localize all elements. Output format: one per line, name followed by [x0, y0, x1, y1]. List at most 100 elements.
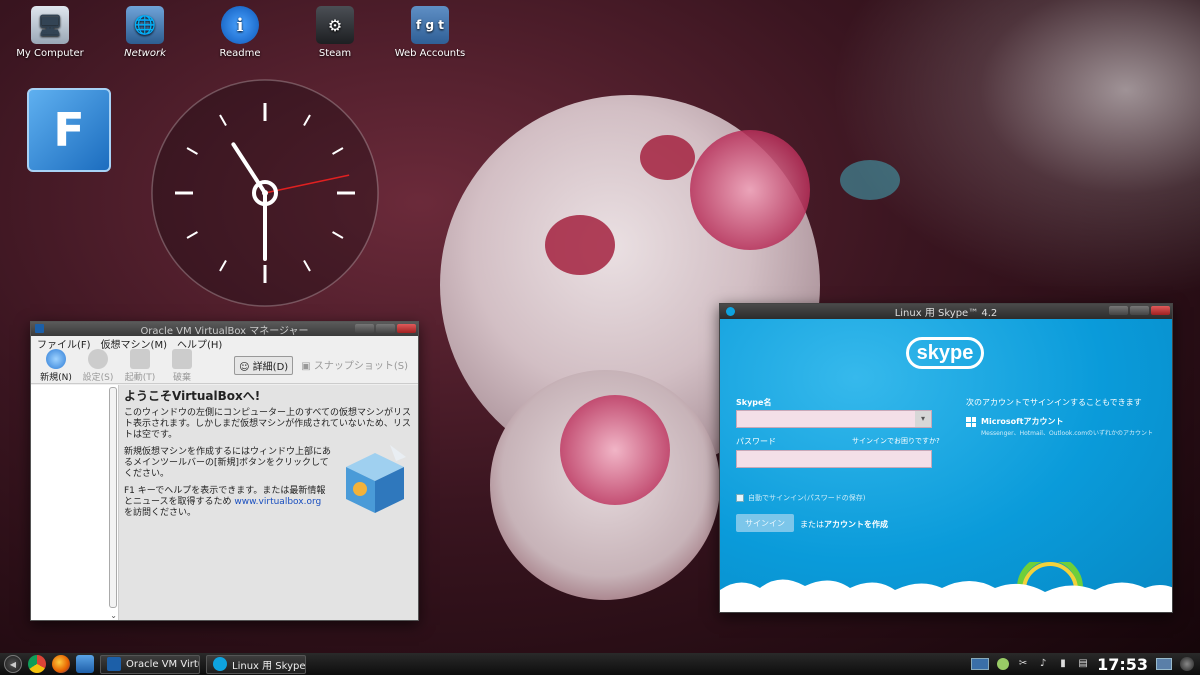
wallpaper-flower	[690, 130, 810, 250]
task-label: Linux 用 Skype™ 4.2	[232, 660, 306, 672]
clipboard-icon[interactable]: ✂	[1017, 658, 1029, 670]
desktop-icon-label: Steam	[318, 48, 352, 59]
web-accounts-icon: f g t	[411, 6, 449, 44]
signin-button[interactable]: サインイン	[736, 514, 794, 532]
virtualbox-cube-icon	[346, 445, 406, 513]
welcome-text: F1 キーでヘルプを表示できます。または最新情報とニュースを取得するため www…	[124, 486, 333, 519]
desktop-icon-my-computer[interactable]: 🖥 My Computer	[5, 6, 95, 59]
desktop-icon-web-accounts[interactable]: f g t Web Accounts	[385, 6, 475, 59]
microsoft-icon	[966, 417, 976, 427]
analog-clock-widget	[151, 79, 379, 307]
window-titlebar[interactable]: Linux 用 Skype™ 4.2	[720, 304, 1172, 319]
password-input[interactable]	[736, 450, 932, 468]
create-account-link[interactable]: アカウントを作成	[824, 519, 888, 530]
steam-icon: ⚙	[316, 6, 354, 44]
welcome-text: このウィンドウの左側にコンピューター上のすべての仮想マシンがリスト表示されます。…	[124, 408, 412, 440]
desktop-icon-label: Network	[124, 48, 166, 59]
skype-name-input[interactable]: ▾	[736, 410, 932, 428]
file-manager-icon[interactable]	[76, 655, 94, 673]
microsoft-account-link[interactable]: Microsoftアカウント	[981, 416, 1063, 427]
welcome-title: ようこそVirtualBoxへ!	[124, 389, 261, 403]
computer-icon: 🖥	[31, 6, 69, 44]
settings-button[interactable]: 設定(S)	[77, 349, 119, 383]
desktop-icon-label: My Computer	[16, 48, 84, 59]
wallpaper-splash	[640, 135, 695, 180]
details-label: 詳細(D)	[252, 362, 289, 373]
forgot-signin-link[interactable]: サインインでお困りですか?	[852, 436, 940, 446]
task-label: Oracle VM VirtualBox	[126, 658, 199, 670]
window-title: Linux 用 Skype™ 4.2	[894, 308, 998, 319]
snapshots-button[interactable]: ▣ スナップショット(S)	[297, 356, 412, 375]
maximize-button[interactable]	[376, 324, 395, 333]
minimize-button[interactable]	[355, 324, 374, 333]
firefox-icon[interactable]	[52, 655, 70, 673]
main-toolbar: 新規(N) 設定(S) 起動(T) 破棄 ☺ 詳細(D) ▣ スナップショット(…	[31, 349, 418, 384]
kde-logo-icon[interactable]: F	[27, 88, 111, 172]
microsoft-account-desc: Messenger、Hotmail、Outlook.comのいずれかのアカウント	[981, 430, 1154, 437]
password-label: パスワード	[736, 437, 776, 446]
chevron-down-icon[interactable]: ▾	[915, 411, 931, 427]
virtualbox-window[interactable]: Oracle VM VirtualBox マネージャー ファイル(F) 仮想マシ…	[30, 321, 419, 621]
battery-icon[interactable]: ▮	[1057, 658, 1069, 670]
gear-icon	[88, 349, 108, 369]
task-skype[interactable]: Linux 用 Skype™ 4.2	[206, 654, 306, 674]
info-icon: i	[221, 6, 259, 44]
welcome-text: 新規仮想マシンを作成するにはウィンドウ上部にあるメインツールバーの[新規]ボタン…	[124, 447, 332, 479]
clouds-decoration	[720, 562, 1172, 612]
wallpaper-splash	[840, 160, 900, 200]
taskbar: ◀ Oracle VM VirtualBox Linux 用 Skype™ 4.…	[0, 653, 1200, 675]
system-tray: ✂ ♪ ▮ ▤ 17:53	[971, 653, 1200, 675]
virtualbox-link[interactable]: www.virtualbox.org	[234, 497, 321, 507]
arrow-down-icon	[172, 349, 192, 369]
chrome-icon[interactable]	[28, 655, 46, 673]
welcome-pane: ようこそVirtualBoxへ! このウィンドウの左側にコンピューター上のすべて…	[119, 385, 418, 620]
app-launcher-icon[interactable]: ◀	[4, 655, 22, 673]
taskbar-clock[interactable]: 17:53	[1097, 655, 1148, 674]
wallpaper-flower	[560, 395, 670, 505]
vm-list[interactable]: ⌄	[31, 385, 119, 620]
skype-icon	[213, 657, 227, 671]
maximize-button[interactable]	[1130, 306, 1149, 315]
close-button[interactable]	[397, 324, 416, 333]
new-button[interactable]: 新規(N)	[35, 349, 77, 383]
desktop-icon-network[interactable]: 🌐 Network	[100, 6, 190, 59]
minimize-button[interactable]	[1109, 306, 1128, 315]
skype-logo: skype	[906, 337, 984, 369]
window-titlebar[interactable]: Oracle VM VirtualBox マネージャー	[31, 322, 418, 337]
auto-signin-checkbox[interactable]	[736, 494, 744, 502]
scrollbar[interactable]	[109, 387, 117, 608]
arrow-right-icon	[130, 349, 150, 369]
snapshots-label: スナップショット(S)	[313, 361, 408, 372]
other-accounts-text: 次のアカウントでサインインすることもできます	[966, 398, 1142, 407]
auto-signin-label: 自動でサインイン(パスワードの保存)	[748, 494, 866, 502]
discard-button[interactable]: 破棄	[161, 349, 203, 383]
desktop-icon-readme[interactable]: i Readme	[195, 6, 285, 59]
menu-bar: ファイル(F) 仮想マシン(M) ヘルプ(H)	[31, 336, 418, 351]
virtualbox-icon	[107, 657, 121, 671]
chat-icon[interactable]	[997, 658, 1010, 670]
desktop-icon-label: Web Accounts	[394, 48, 466, 59]
welcome-text-part: を訪問ください。	[124, 508, 197, 518]
button-label: 破棄	[172, 373, 191, 383]
new-vm-icon	[46, 349, 66, 369]
panel-menu-icon[interactable]	[1180, 657, 1194, 671]
skype-name-label: Skype名	[736, 398, 772, 407]
desktop-icon-steam[interactable]: ⚙ Steam	[290, 6, 380, 59]
scroll-down-icon[interactable]: ⌄	[110, 611, 117, 620]
notifications-icon[interactable]	[1156, 658, 1172, 670]
wallpaper-splash	[545, 215, 615, 275]
network-icon: 🌐	[126, 6, 164, 44]
start-button[interactable]: 起動(T)	[119, 349, 161, 383]
button-label: 設定(S)	[82, 373, 114, 383]
or-text: または	[800, 520, 824, 529]
skype-window[interactable]: Linux 用 Skype™ 4.2 skype Skype名 ▾ パスワード …	[719, 303, 1173, 613]
volume-icon[interactable]: ♪	[1037, 658, 1049, 670]
network-tray-icon[interactable]: ▤	[1077, 658, 1089, 670]
desktop-icon-label: Readme	[219, 48, 261, 59]
desktop-pager-icon[interactable]	[971, 658, 990, 670]
task-virtualbox[interactable]: Oracle VM VirtualBox	[100, 654, 200, 674]
details-button[interactable]: ☺ 詳細(D)	[234, 356, 294, 375]
skype-login-pane: skype Skype名 ▾ パスワード サインインでお困りですか? 自動でサイ…	[720, 319, 1172, 612]
close-button[interactable]	[1151, 306, 1170, 315]
button-label: 起動(T)	[124, 373, 156, 383]
